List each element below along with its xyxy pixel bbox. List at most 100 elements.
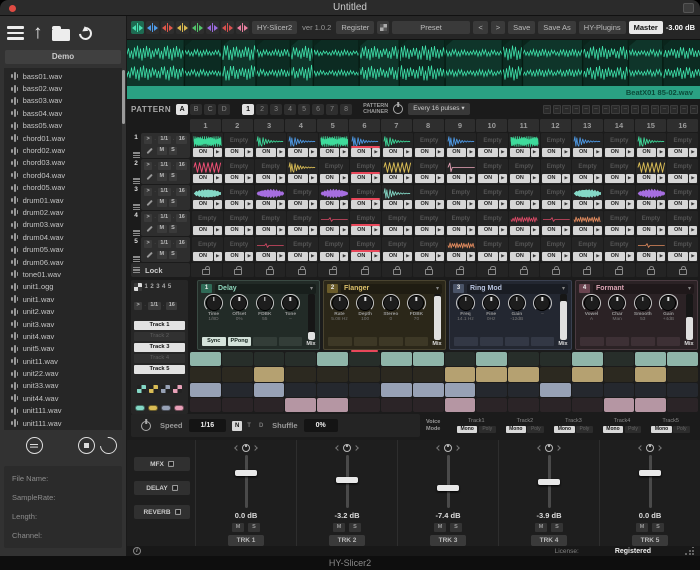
step-play-button[interactable]: ▶	[436, 252, 444, 261]
step-play-button[interactable]: ▶	[626, 148, 634, 157]
step-cell[interactable]: ON▶	[509, 133, 540, 158]
step-cell[interactable]: ON▶	[541, 211, 572, 236]
step-play-button[interactable]: ▶	[372, 200, 380, 209]
step-on-button[interactable]: ON	[351, 226, 371, 235]
step-on-button[interactable]: ON	[510, 174, 530, 183]
step-on-button[interactable]: ON	[637, 226, 657, 235]
row-handle[interactable]: 5	[131, 237, 141, 262]
step-cell[interactable]: EmptyON▶	[224, 185, 255, 210]
row-rate-button[interactable]: 1/1	[158, 136, 171, 144]
fx-mix-slider[interactable]: Mix	[558, 294, 568, 347]
fx-knob[interactable]	[283, 296, 297, 310]
fx-mode-button[interactable]	[531, 337, 555, 346]
rate-button[interactable]: 1/1	[148, 302, 161, 310]
step-play-button[interactable]: ▶	[657, 252, 665, 261]
file-item[interactable]: tone01.wav	[4, 268, 122, 280]
file-item[interactable]: unit4.wav	[4, 330, 122, 342]
pan-knob[interactable]	[444, 444, 452, 452]
step-cell[interactable]: EmptyON▶	[224, 159, 255, 184]
step-play-button[interactable]: ▶	[372, 148, 380, 157]
pattern-slot-7[interactable]: 7	[326, 104, 338, 115]
fx-block-cell[interactable]	[381, 383, 412, 397]
fx-oval-button[interactable]	[174, 405, 184, 412]
step-play-button[interactable]: ▶	[245, 252, 253, 261]
file-item[interactable]: unit111.wav	[4, 405, 122, 417]
step-play-button[interactable]: ▶	[594, 148, 602, 157]
file-item[interactable]: drum04.wav	[4, 231, 122, 243]
fx-block-cell[interactable]	[635, 352, 666, 366]
step-cell[interactable]: EmptyON▶	[414, 185, 445, 210]
step-cell[interactable]: ON▶	[382, 185, 413, 210]
step-play-button[interactable]: ▶	[404, 174, 412, 183]
file-item[interactable]: unit1.ogg	[4, 281, 122, 293]
note-normal-button[interactable]: N	[232, 421, 242, 431]
fx-block-cell[interactable]	[445, 383, 476, 397]
step-on-button[interactable]: ON	[510, 200, 530, 209]
step-play-button[interactable]: ▶	[467, 226, 475, 235]
step-play-button[interactable]: ▶	[531, 148, 539, 157]
power-icon[interactable]	[141, 421, 151, 431]
chain-slot[interactable]: –	[592, 105, 600, 114]
file-item[interactable]: unit44.wav	[4, 392, 122, 404]
row-steps-button[interactable]: 16	[176, 162, 187, 170]
step-on-button[interactable]: ON	[447, 226, 467, 235]
step-on-button[interactable]: ON	[447, 200, 467, 209]
row-steps-button[interactable]: 16	[176, 240, 187, 248]
fx-knob[interactable]	[384, 296, 398, 310]
fx-block-cell[interactable]	[381, 352, 412, 366]
mute-button[interactable]: M	[232, 523, 244, 532]
step-on-button[interactable]: ON	[383, 200, 403, 209]
fx-block-cell[interactable]	[190, 367, 221, 381]
track-name-button[interactable]: TRK 5	[632, 535, 669, 546]
register-button[interactable]: Register	[336, 21, 374, 34]
step-cell[interactable]: ON▶	[636, 159, 667, 184]
up-directory-icon[interactable]: ↑	[33, 24, 43, 42]
pattern-slot-8[interactable]: 8	[340, 104, 352, 115]
track-select-button[interactable]: Track 3	[134, 343, 185, 352]
step-on-button[interactable]: ON	[478, 252, 498, 261]
track-name-button[interactable]: TRK 3	[430, 535, 467, 546]
chain-slot[interactable]: –	[572, 105, 580, 114]
preset-selector[interactable]: Preset	[392, 21, 471, 34]
step-play-button[interactable]: ▶	[657, 200, 665, 209]
track-select-button[interactable]: Track 5	[134, 365, 185, 374]
step-on-button[interactable]: ON	[668, 200, 688, 209]
slicer-tab-7[interactable]	[221, 21, 234, 34]
step-play-button[interactable]: ▶	[277, 200, 285, 209]
fx-block-cell[interactable]	[572, 352, 603, 366]
step-play-button[interactable]: ▶	[562, 252, 570, 261]
pan-control[interactable]	[437, 443, 459, 453]
step-on-button[interactable]: ON	[383, 174, 403, 183]
fx-row-number[interactable]: 2	[150, 284, 153, 290]
file-item[interactable]: bass01.wav	[4, 70, 122, 82]
file-item[interactable]: bass03.wav	[4, 95, 122, 107]
solo-button[interactable]: S	[450, 523, 462, 532]
fx-checker-icon[interactable]	[173, 385, 182, 394]
preview-loop-icon[interactable]	[97, 434, 121, 458]
fx-knob[interactable]	[661, 296, 675, 310]
fx-block-cell[interactable]	[222, 383, 253, 397]
row-mute-button[interactable]: M	[157, 147, 167, 155]
step-play-button[interactable]: ▶	[404, 252, 412, 261]
lock-cell[interactable]	[223, 263, 254, 277]
file-item[interactable]: unit22.wav	[4, 367, 122, 379]
file-item[interactable]: drum05.wav	[4, 243, 122, 255]
fx-mix-slider[interactable]: Mix	[684, 294, 694, 347]
track-name-button[interactable]: TRK 4	[531, 535, 568, 546]
fx-mode-button[interactable]	[328, 337, 352, 346]
poly-button[interactable]: Poly	[479, 426, 496, 434]
poly-button[interactable]: Poly	[576, 426, 593, 434]
step-cell[interactable]: ON▶	[287, 159, 318, 184]
fx-mode-button[interactable]	[580, 337, 604, 346]
mute-button[interactable]: M	[434, 523, 446, 532]
step-on-button[interactable]: ON	[383, 252, 403, 261]
step-play-button[interactable]: ▶	[689, 174, 697, 183]
step-on-button[interactable]: ON	[510, 252, 530, 261]
fader-cap[interactable]	[235, 470, 257, 476]
fx-knob[interactable]	[510, 296, 524, 310]
pattern-bank-A[interactable]: A	[176, 104, 188, 115]
step-cell[interactable]: ON▶	[192, 159, 223, 184]
current-folder[interactable]: Demo	[5, 50, 121, 64]
step-on-button[interactable]: ON	[447, 252, 467, 261]
fx-block-cell[interactable]	[317, 398, 348, 412]
